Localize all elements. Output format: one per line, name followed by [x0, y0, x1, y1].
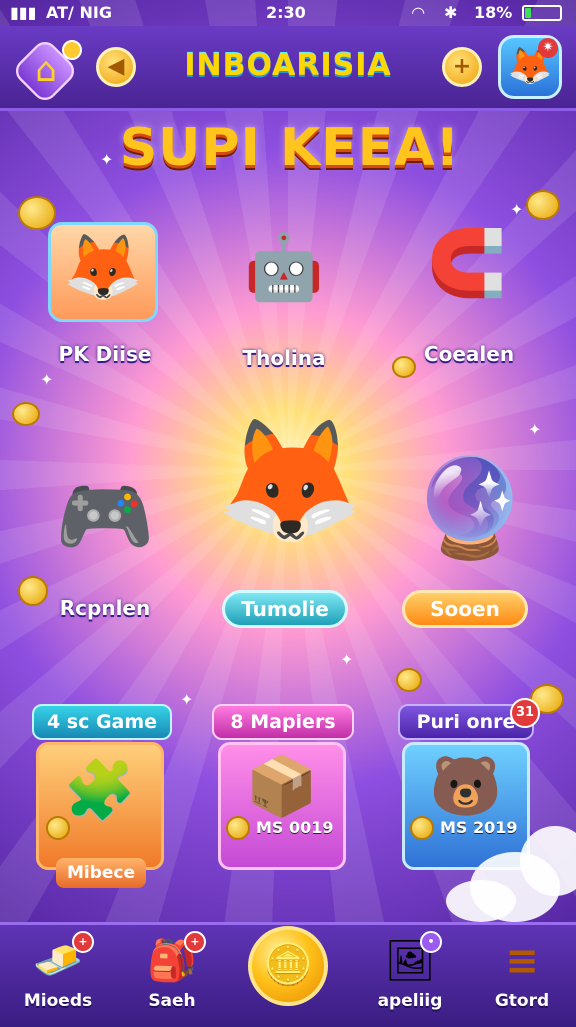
mode-tab-4sc-game[interactable]: 4 sc Game [32, 704, 172, 740]
wifi-icon: ◠ [412, 3, 425, 22]
nav-label-mioeds: Mioeds [23, 991, 93, 1011]
gamepad-icon[interactable]: 🎮 [40, 470, 170, 564]
status-bar: ▮▮▮ AT/ NIG 2:30 ◠ ✱ 18% [0, 0, 576, 26]
signal-icon: ▮▮▮ [10, 3, 37, 22]
item-label-rcpnlen: Rcpnlen [59, 596, 151, 620]
item-label-tholina: Tholina [242, 346, 326, 370]
mode-notification-badge: 31 [510, 698, 540, 728]
coin-icon [226, 816, 250, 840]
sooen-button[interactable]: Sooen [402, 590, 528, 628]
bluetooth-icon: ✱ [444, 3, 458, 22]
nav-label-saeh: Saeh [148, 991, 196, 1011]
battery-percent: 18% [474, 3, 513, 22]
nav-label-gtord: Gtord [494, 991, 550, 1011]
coin-icon [396, 668, 422, 692]
sparkle-icon: ✦ [100, 150, 114, 169]
sparkle-icon: ✦ [40, 370, 54, 389]
nav-item-saeh[interactable]: 🎒 + Saeh [124, 925, 220, 1027]
cloud-decoration [446, 880, 516, 922]
coin-icon [12, 402, 40, 426]
bear-icon: 🐻 [429, 752, 503, 820]
nav-label-apeliig: apeliig [377, 991, 443, 1011]
back-button[interactable]: ◀ [96, 47, 136, 87]
coin-icon [46, 816, 70, 840]
sparkle-icon: ✦ [510, 200, 524, 219]
nav-item-apeliig[interactable]: 🖼 • apeliig [362, 925, 458, 1027]
battery-level-fill [525, 8, 531, 18]
nav-item-gtord[interactable]: ≡ Gtord [474, 925, 570, 1027]
battery-icon [522, 5, 562, 21]
game-title: INBOARISIA [184, 48, 392, 83]
sparkle-icon: ✦ [340, 650, 354, 669]
nav-badge: • [420, 931, 442, 953]
nav-badge: + [72, 931, 94, 953]
mibece-button[interactable]: Mibece [56, 858, 146, 888]
gadget-icon[interactable]: 🧲 [412, 226, 522, 301]
home-notification-dot [62, 40, 82, 60]
mode-price-puri-onre: MS 2019 [440, 818, 518, 837]
carrier-label: AT/ NIG [46, 3, 112, 22]
nav-item-mioeds[interactable]: 🧈 + Mioeds [10, 925, 106, 1027]
nav-badge: + [184, 931, 206, 953]
coin-icon [526, 190, 560, 220]
menu-icon: ≡ [505, 938, 539, 984]
mode-price-8-mapiers: MS 0019 [256, 818, 334, 837]
mode-tab-8-mapiers[interactable]: 8 Mapiers [212, 704, 354, 740]
sparkle-icon: ✦ [528, 420, 542, 439]
home-icon: ⌂ [35, 50, 57, 90]
coin-icon [18, 196, 56, 230]
add-currency-button[interactable]: + [442, 47, 482, 87]
coin-icon [410, 816, 434, 840]
clock: 2:30 [266, 3, 306, 22]
sparkle-icon: ✦ [180, 690, 194, 709]
chest-icon: 📦 [245, 752, 319, 820]
event-banner-title: SUPI KEEA! [119, 118, 461, 178]
item-label-coealen: Coealen [423, 342, 515, 366]
fox-icon: 🦊 [63, 231, 143, 305]
crystal-ball-icon[interactable]: 🔮 [410, 452, 530, 565]
item-label-pk-diise: PK Diise [58, 342, 152, 366]
avatar-badge-icon: ✷ [538, 38, 558, 58]
blocks-icon: 🧩 [63, 756, 137, 824]
mascot-fox-icon[interactable]: 🦊 [210, 412, 370, 552]
play-coin-button[interactable]: 🪙 [248, 926, 328, 1006]
robot-icon[interactable]: 🤖 [224, 230, 344, 305]
tumolie-button[interactable]: Tumolie [222, 590, 348, 628]
